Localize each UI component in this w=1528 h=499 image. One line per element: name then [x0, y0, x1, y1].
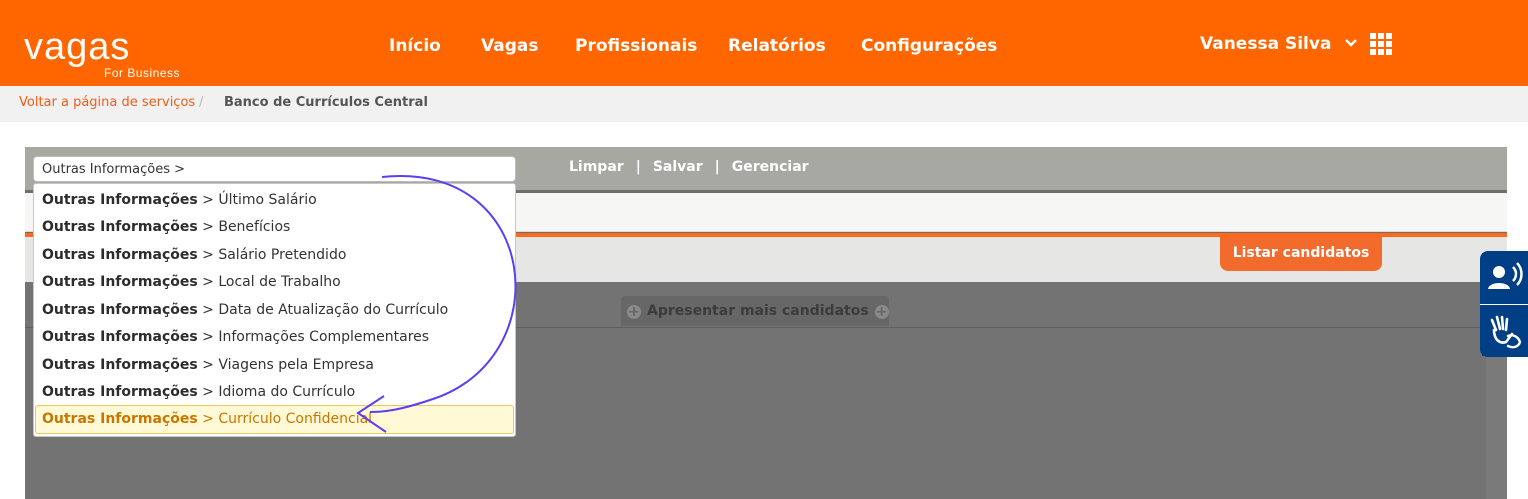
clear-button[interactable]: Limpar — [569, 159, 624, 175]
show-more-label: Apresentar mais candidatos — [647, 303, 869, 319]
nav-item-vagas[interactable]: Vagas — [481, 36, 538, 56]
search-input[interactable] — [33, 156, 516, 182]
autocomplete-option[interactable]: Outras Informações > Viagens pela Empres… — [42, 356, 374, 374]
show-more-candidates-button[interactable]: + Apresentar mais candidatos + — [621, 296, 889, 326]
user-name: Vanessa Silva — [1200, 34, 1332, 54]
apps-grid-icon[interactable] — [1370, 33, 1392, 55]
logo-subtitle: For Business — [104, 66, 181, 80]
user-menu[interactable]: Vanessa Silva — [1200, 34, 1358, 54]
breadcrumb: Voltar a página de serviços / Banco de C… — [0, 86, 1528, 122]
breadcrumb-separator: / — [199, 95, 204, 110]
toolbar-separator: | — [714, 159, 720, 175]
top-header: vagas For Business Início Vagas Profissi… — [0, 0, 1528, 86]
audio-reader-icon[interactable] — [1482, 253, 1528, 303]
nav-item-configuracoes[interactable]: Configurações — [861, 36, 997, 56]
widget-divider — [1480, 304, 1528, 305]
autocomplete-option-selected[interactable]: Outras Informações > Currículo Confidenc… — [42, 410, 372, 428]
toolbar-separator: | — [635, 159, 641, 175]
autocomplete-option[interactable]: Outras Informações > Data de Atualização… — [42, 301, 448, 319]
breadcrumb-back-link[interactable]: Voltar a página de serviços — [19, 95, 195, 110]
nav-item-relatorios[interactable]: Relatórios — [728, 36, 826, 56]
autocomplete-option[interactable]: Outras Informações > Informações Complem… — [42, 328, 429, 346]
autocomplete-option[interactable]: Outras Informações > Idioma do Currículo — [42, 383, 355, 401]
accessibility-widget — [1480, 251, 1528, 357]
autocomplete-dropdown: Outras Informações > Último Salário Outr… — [33, 183, 516, 437]
chevron-down-icon — [1345, 36, 1358, 50]
nav-item-profissionais[interactable]: Profissionais — [575, 36, 697, 56]
autocomplete-option[interactable]: Outras Informações > Salário Pretendido — [42, 246, 346, 264]
autocomplete-option[interactable]: Outras Informações > Último Salário — [42, 191, 317, 209]
plus-icon: + — [627, 304, 641, 320]
breadcrumb-current: Banco de Currículos Central — [224, 95, 428, 110]
autocomplete-option[interactable]: Outras Informações > Benefícios — [42, 218, 290, 236]
logo-wordmark: vagas — [24, 26, 131, 68]
toolbar-actions: Limpar | Salvar | Gerenciar — [569, 159, 809, 175]
autocomplete-option[interactable]: Outras Informações > Local de Trabalho — [42, 273, 341, 291]
manage-button[interactable]: Gerenciar — [732, 159, 809, 175]
save-button[interactable]: Salvar — [653, 159, 703, 175]
nav-item-inicio[interactable]: Início — [389, 36, 441, 56]
vagas-logo[interactable]: vagas For Business — [24, 26, 180, 80]
list-candidates-button[interactable]: Listar candidatos — [1220, 237, 1382, 271]
plus-icon: + — [874, 304, 889, 320]
sign-language-icon[interactable] — [1482, 306, 1528, 356]
